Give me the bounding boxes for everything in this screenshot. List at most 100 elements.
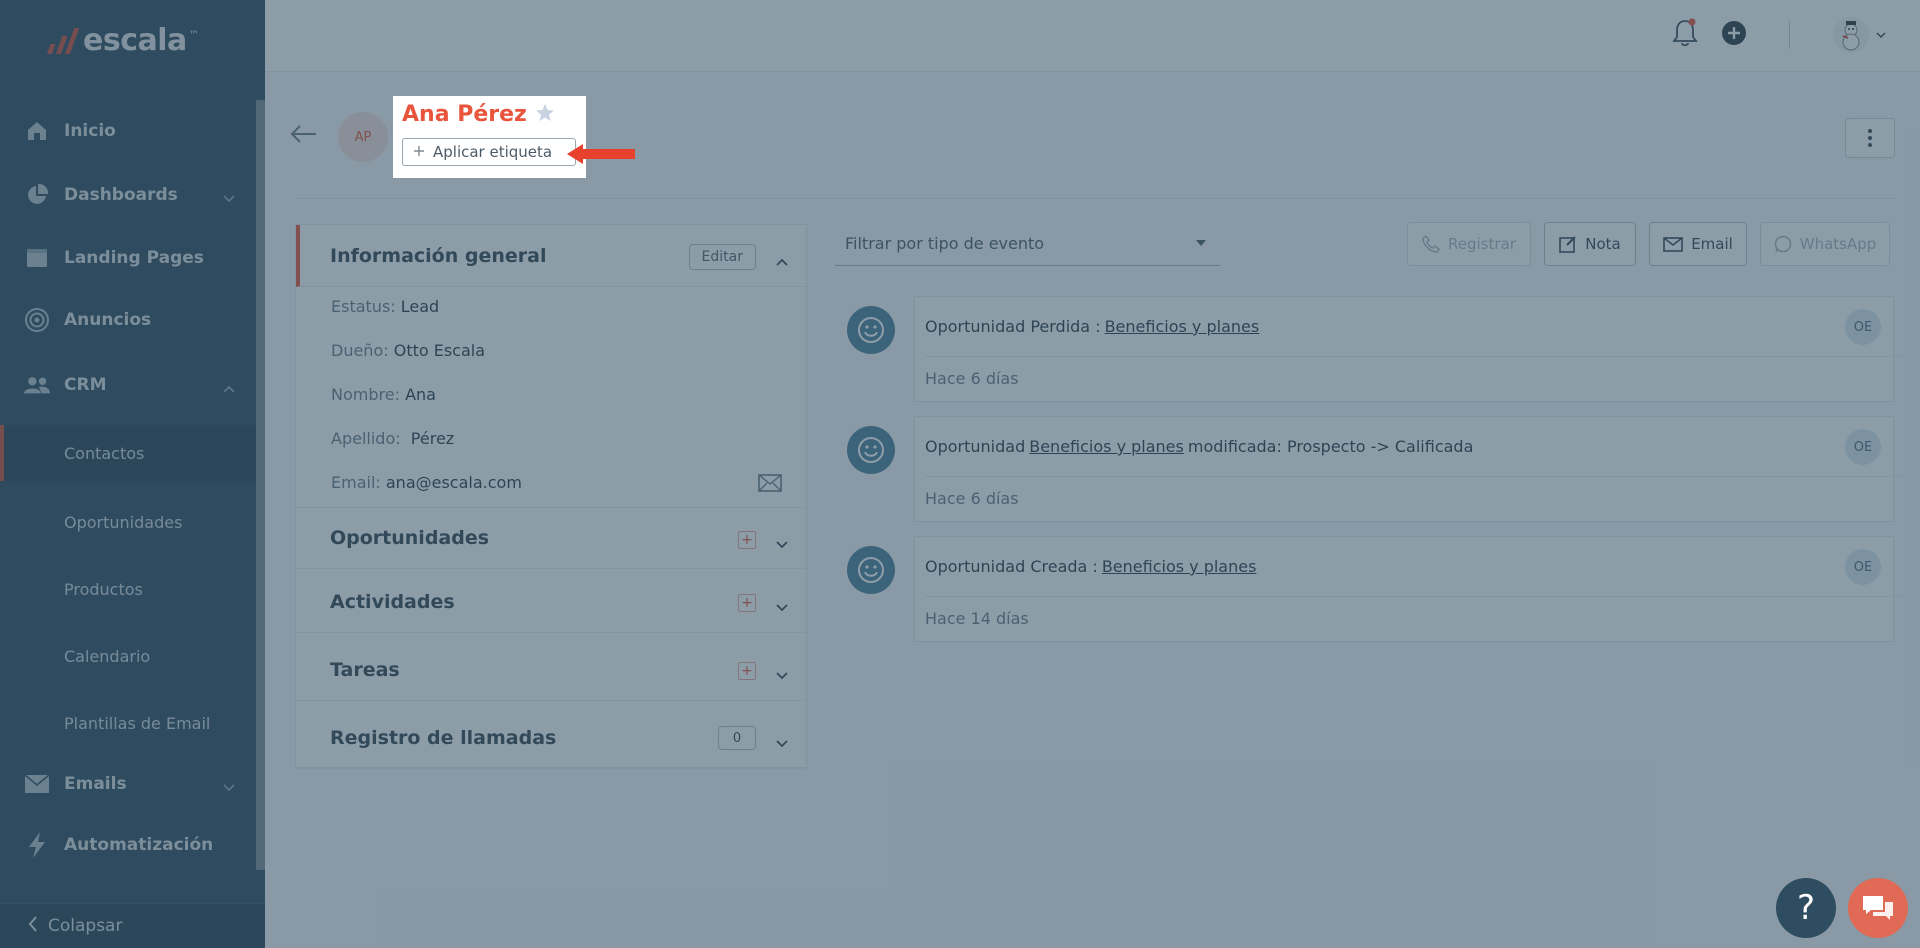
contact-name: Ana Pérez [402, 102, 527, 127]
whatsapp-button[interactable]: WhatsApp [1760, 222, 1890, 266]
plus-icon [413, 143, 425, 161]
user-avatar[interactable] [1832, 16, 1886, 54]
window-icon [24, 245, 50, 271]
chevron-down-icon[interactable] [776, 595, 788, 617]
sidebar-scrollbar[interactable] [256, 100, 265, 870]
sidebar-item-dashboards[interactable]: Dashboards [0, 170, 265, 220]
section-tareas[interactable]: Tareas + [296, 639, 806, 701]
field-apellido: Apellido: Pérez [331, 429, 455, 448]
whatsapp-icon [1774, 235, 1791, 253]
highlighted-contact-name: Ana Pérez Aplicar etiqueta [393, 96, 586, 178]
contact-avatar: AP [338, 112, 388, 162]
section-registro-llamadas[interactable]: Registro de llamadas 0 [296, 707, 806, 769]
chevron-down-icon[interactable] [776, 731, 788, 753]
apply-tag-button[interactable]: Aplicar etiqueta [402, 138, 576, 166]
collapse-sidebar-button[interactable]: Colapsar [0, 903, 265, 948]
sidebar-item-emails[interactable]: Emails [0, 759, 265, 809]
chat-button[interactable] [1848, 878, 1908, 938]
header-divider [295, 198, 1895, 199]
section-title: Actividades [330, 590, 455, 613]
event-link[interactable]: Beneficios y planes [1102, 557, 1257, 576]
field-estatus: Estatus: Lead [331, 297, 440, 316]
event-title: Oportunidad Perdida : Beneficios y plane… [925, 297, 1903, 357]
section-informacion-general[interactable]: Información general Editar [296, 225, 806, 287]
sidebar-item-label: Automatización [64, 835, 214, 855]
logo-trademark: ™ [188, 29, 199, 41]
registrar-button[interactable]: Registrar [1407, 222, 1531, 266]
more-options-button[interactable] [1845, 118, 1895, 158]
chevron-down-icon [223, 188, 235, 208]
mail-icon [24, 771, 50, 797]
chevron-down-icon [223, 777, 235, 797]
event-link[interactable]: Beneficios y planes [1029, 437, 1184, 456]
send-email-icon[interactable] [758, 474, 782, 496]
target-icon [24, 307, 50, 333]
event-time: Hace 6 días [925, 489, 1019, 508]
top-bar-actions [1671, 16, 1886, 54]
section-title: Información general [330, 244, 547, 267]
pointer-arrow-icon [565, 142, 637, 170]
event-time: Hace 14 días [925, 609, 1029, 628]
home-icon [24, 118, 50, 144]
kebab-menu-icon [1868, 129, 1872, 147]
users-icon [24, 372, 50, 398]
back-arrow-icon[interactable] [290, 124, 318, 148]
event-type-filter[interactable]: Filtrar por tipo de evento [835, 222, 1220, 266]
add-actividad-button[interactable]: + [738, 594, 756, 612]
mail-icon [1663, 236, 1683, 252]
sidebar-item-landing-pages[interactable]: Landing Pages [0, 233, 265, 283]
add-circle-icon[interactable] [1721, 20, 1747, 50]
edit-button[interactable]: Editar [688, 244, 756, 270]
event-smiley-icon [847, 426, 895, 474]
filter-placeholder: Filtrar por tipo de evento [845, 234, 1045, 253]
chevron-down-icon[interactable] [776, 663, 788, 685]
nota-button[interactable]: Nota [1544, 222, 1636, 266]
section-title: Tareas [330, 658, 400, 681]
event-title: Oportunidad Beneficios y planes modifica… [925, 417, 1903, 477]
field-dueno: Dueño: Otto Escala [331, 341, 486, 360]
sidebar-item-anuncios[interactable]: Anuncios [0, 295, 265, 345]
email-button[interactable]: Email [1649, 222, 1747, 266]
sidebar-subitem-productos[interactable]: Productos [0, 561, 258, 617]
sidebar-subitem-oportunidades[interactable]: Oportunidades [0, 494, 258, 550]
star-icon[interactable] [535, 103, 555, 127]
chevron-left-icon [28, 915, 38, 937]
sidebar-item-crm[interactable]: CRM [0, 360, 265, 410]
escala-logo[interactable]: escala ™ [46, 20, 199, 60]
field-email: Email: ana@escala.com [331, 473, 522, 492]
add-tarea-button[interactable]: + [738, 662, 756, 680]
logo-text: escala [83, 22, 187, 58]
sidebar-subitem-calendario[interactable]: Calendario [0, 628, 258, 684]
bolt-icon [24, 832, 50, 858]
chevron-down-icon[interactable] [776, 532, 788, 554]
event-smiley-icon [847, 546, 895, 594]
add-oportunidad-button[interactable]: + [738, 531, 756, 549]
event-time: Hace 6 días [925, 369, 1019, 388]
bell-icon[interactable] [1671, 18, 1699, 52]
top-bar-divider [1789, 21, 1790, 49]
sidebar-item-label: Anuncios [64, 310, 152, 330]
llamadas-count-badge: 0 [718, 726, 756, 750]
sidebar: escala ™ Inicio Dashboards Landing Pages [0, 0, 265, 948]
logo-mark-icon [46, 26, 80, 54]
edit-note-icon [1559, 236, 1576, 253]
top-bar [265, 0, 1920, 72]
help-button[interactable]: ? [1776, 878, 1836, 938]
sidebar-item-label: Inicio [64, 121, 116, 141]
sidebar-subitem-contactos[interactable]: Contactos [0, 425, 258, 481]
field-nombre: Nombre: Ana [331, 385, 436, 404]
chevron-up-icon [223, 378, 235, 398]
user-avatar-badge: OE [1845, 309, 1881, 345]
event-smiley-icon [847, 306, 895, 354]
chevron-up-icon[interactable] [776, 249, 788, 271]
sidebar-item-automatizacion[interactable]: Automatización [0, 820, 265, 870]
section-actividades[interactable]: Actividades + [296, 571, 806, 633]
sidebar-item-label: Dashboards [64, 185, 178, 205]
chat-icon [1863, 896, 1893, 920]
sidebar-subitem-plantillas-email[interactable]: Plantillas de Email [0, 695, 258, 751]
event-title: Oportunidad Creada : Beneficios y planes [925, 537, 1903, 597]
phone-icon [1422, 235, 1440, 253]
event-link[interactable]: Beneficios y planes [1105, 317, 1260, 336]
section-oportunidades[interactable]: Oportunidades + [296, 507, 806, 569]
sidebar-item-inicio[interactable]: Inicio [0, 106, 265, 156]
